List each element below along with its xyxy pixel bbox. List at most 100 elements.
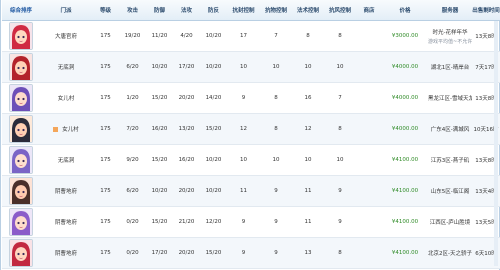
character-avatar-cell[interactable]	[2, 51, 40, 83]
wind-resist-cell: 10	[324, 51, 356, 83]
server-name[interactable]: 江苏3区-燕子矶	[428, 156, 472, 164]
defense-cell: 11/20	[146, 20, 173, 52]
defense-cell: 10/20	[146, 175, 173, 207]
physical-resist-cell: 8	[260, 113, 292, 145]
character-avatar-cell[interactable]	[2, 206, 40, 238]
attack-header[interactable]: 攻击	[119, 0, 146, 21]
seal-resist-cell: 9	[227, 237, 260, 269]
price-cell: ¥4100.00	[382, 206, 428, 238]
table-row[interactable]: 女儿村 175 1/20 15/20 20/20 14/20 9 8 16 7 ¥4000.00 黑龙…	[2, 82, 500, 114]
server-name[interactable]: 时光-花样年华	[428, 28, 472, 36]
server-cell[interactable]: 广东4区-满城风	[428, 113, 472, 145]
counter-cell: 10/20	[200, 144, 227, 176]
magic-control-cell: 10	[292, 144, 324, 176]
time-remaining-header[interactable]: 出售剩时间	[472, 0, 500, 21]
attack-cell: 9/20	[119, 144, 146, 176]
level-cell: 175	[92, 206, 119, 238]
magic-control-header[interactable]: 法术控制	[292, 0, 324, 21]
magic-control-cell: 10	[292, 51, 324, 83]
character-avatar-cell[interactable]	[2, 82, 40, 114]
character-avatar-cell[interactable]	[2, 113, 40, 145]
server-name[interactable]: 江西区-庐山胜境	[428, 218, 472, 226]
character-avatar[interactable]	[9, 115, 33, 143]
table-row[interactable]: 阴曹地府 175 6/20 10/20 20/20 10/20 11 9 11 9 ¥4100.00…	[2, 175, 500, 207]
highlight-badge-icon	[53, 127, 59, 132]
character-avatar-cell[interactable]	[2, 175, 40, 207]
character-avatar-cell[interactable]	[2, 237, 40, 269]
wind-resist-cell: 8	[324, 237, 356, 269]
server-name[interactable]: 山东5区-临江阁	[428, 187, 472, 195]
attack-cell: 0/20	[119, 206, 146, 238]
seal-resist-cell: 9	[227, 82, 260, 114]
level-cell: 175	[92, 175, 119, 207]
table-row[interactable]: 大唐官府 175 19/20 11/20 4/20 10/20 17 7 8 8 ¥3000.00 时…	[2, 20, 500, 52]
character-avatar[interactable]	[9, 53, 33, 81]
magic-attack-cell: 21/20	[173, 206, 200, 238]
price-cell: ¥3000.00	[382, 20, 428, 52]
counter-cell: 15/20	[200, 113, 227, 145]
counter-cell: 12/20	[200, 206, 227, 238]
server-name[interactable]: 湖北1区-晴岸台	[428, 63, 472, 71]
server-cell[interactable]: 江西区-庐山胜境	[428, 206, 472, 238]
magic-control-cell: 11	[292, 206, 324, 238]
table-row[interactable]: 阴曹地府 175 0/20 15/20 21/20 12/20 9 9 11 9 ¥4100.00 江…	[2, 206, 500, 238]
server-cell[interactable]: 黑龙江区-雪域天龙	[428, 82, 472, 114]
attack-cell: 19/20	[119, 20, 146, 52]
attack-cell: 0/20	[119, 237, 146, 269]
seal-resist-header[interactable]: 抗封控制	[227, 0, 260, 21]
wind-resist-header[interactable]: 抗风控制	[324, 0, 356, 21]
table-row[interactable]: 无底洞 175 9/20 15/20 16/20 10/20 10 10 10 10 ¥4100.0…	[2, 144, 500, 176]
price-cell: ¥4100.00	[382, 237, 428, 269]
character-avatar[interactable]	[9, 239, 33, 267]
defense-header[interactable]: 防御	[146, 0, 173, 21]
server-cell[interactable]: 湖北1区-晴岸台	[428, 51, 472, 83]
character-avatar-cell[interactable]	[2, 144, 40, 176]
magic-attack-header[interactable]: 法攻	[173, 0, 200, 21]
seal-resist-cell: 10	[227, 51, 260, 83]
server-cell[interactable]: 北京2区-天之骄子	[428, 237, 472, 269]
physical-resist-cell: 9	[260, 206, 292, 238]
level-cell: 175	[92, 144, 119, 176]
level-cell: 175	[92, 51, 119, 83]
character-avatar[interactable]	[9, 84, 33, 112]
level-cell: 175	[92, 237, 119, 269]
shop-cell	[356, 20, 382, 52]
wind-resist-cell: 10	[324, 144, 356, 176]
character-avatar-cell[interactable]	[2, 20, 40, 52]
sect-cell: 阴曹地府	[40, 206, 92, 238]
sect-name: 女儿村	[62, 127, 79, 133]
counter-header[interactable]: 防反	[200, 0, 227, 21]
sect-header[interactable]: 门派	[40, 0, 92, 21]
physical-resist-header[interactable]: 抗物控制	[260, 0, 292, 21]
physical-resist-cell: 8	[260, 82, 292, 114]
server-cell[interactable]: 江苏3区-燕子矶	[428, 144, 472, 176]
server-name[interactable]: 北京2区-天之骄子	[428, 249, 472, 257]
level-cell: 175	[92, 82, 119, 114]
server-cell[interactable]: 时光-花样年华游戏平均值~不允许议价	[428, 20, 472, 52]
seal-resist-cell: 10	[227, 144, 260, 176]
sort-by-overall-header[interactable]: 综合排序	[2, 0, 40, 21]
price-cell: ¥4100.00	[382, 175, 428, 207]
character-avatar[interactable]	[9, 177, 33, 205]
magic-attack-cell: 4/20	[173, 20, 200, 52]
counter-cell: 10/20	[200, 51, 227, 83]
character-avatar[interactable]	[9, 146, 33, 174]
server-name[interactable]: 广东4区-满城风	[428, 125, 472, 133]
table-row[interactable]: 阴曹地府 175 0/20 17/20 20/20 15/20 9 9 13 8 ¥4100.00 北…	[2, 237, 500, 269]
level-header[interactable]: 等级	[92, 0, 119, 21]
server-cell[interactable]: 山东5区-临江阁	[428, 175, 472, 207]
sect-cell: 阴曹地府	[40, 237, 92, 269]
server-note: 游戏平均值~不允许议价	[428, 38, 472, 45]
price-header[interactable]: 价格	[382, 0, 428, 21]
table-row[interactable]: 女儿村 175 7/20 16/20 13/20 15/20 12 8 12 8 ¥4000.00 广…	[2, 113, 500, 145]
vertical-scrollbar[interactable]	[494, 21, 498, 266]
character-avatar[interactable]	[9, 22, 33, 50]
character-avatar[interactable]	[9, 208, 33, 236]
magic-attack-cell: 20/20	[173, 175, 200, 207]
wind-resist-cell: 9	[324, 175, 356, 207]
server-name[interactable]: 黑龙江区-雪域天龙	[428, 94, 472, 102]
magic-control-cell: 13	[292, 237, 324, 269]
sect-name: 无底洞	[57, 65, 75, 71]
physical-resist-cell: 10	[260, 144, 292, 176]
table-row[interactable]: 无底洞 175 6/20 10/20 17/20 10/20 10 10 10 10 ¥4000.0…	[2, 51, 500, 83]
